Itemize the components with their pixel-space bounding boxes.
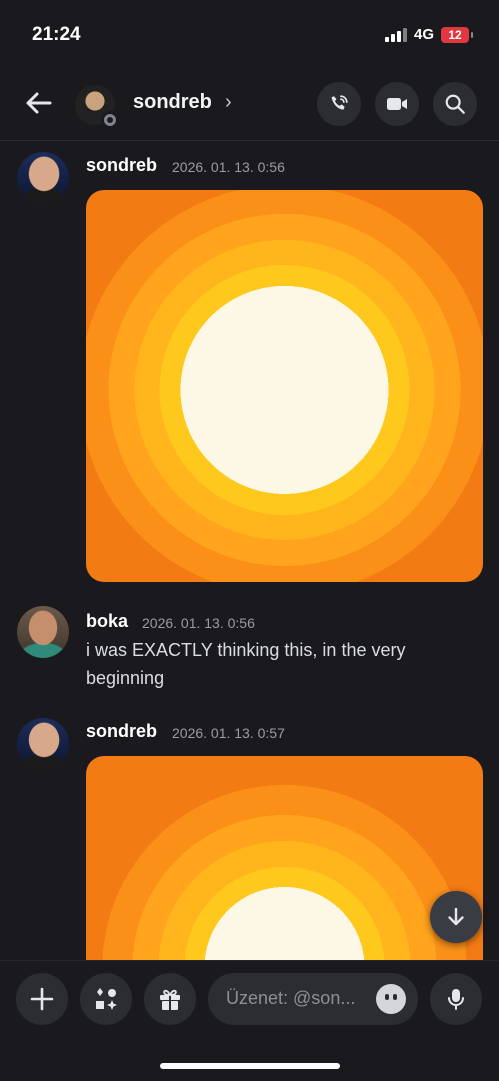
avatar[interactable] [17, 606, 69, 658]
message-timestamp: 2026. 01. 13. 0:56 [172, 159, 285, 175]
message-author[interactable]: sondreb [86, 155, 157, 176]
scroll-down-arrow-icon [448, 907, 464, 926]
message-author[interactable]: boka [86, 611, 128, 632]
jump-to-latest-button[interactable] [430, 891, 482, 943]
avatar[interactable] [17, 718, 69, 770]
gift-icon [160, 989, 180, 1010]
home-indicator [160, 1063, 340, 1069]
emoji-icon[interactable] [376, 984, 406, 1014]
avatar[interactable] [17, 152, 69, 204]
voice-message-button[interactable] [430, 973, 482, 1025]
gift-button[interactable] [144, 973, 196, 1025]
message-timestamp: 2026. 01. 13. 0:57 [172, 725, 285, 741]
image-attachment[interactable] [86, 756, 483, 960]
video-camera-icon [387, 98, 407, 110]
back-arrow-icon [26, 92, 52, 114]
message-author[interactable]: sondreb [86, 721, 157, 742]
battery-icon: 12 [441, 26, 473, 43]
status-bar: 21:24 4G 12 [0, 0, 499, 70]
search-icon [445, 94, 465, 114]
microphone-icon [448, 989, 464, 1010]
message-text: i was EXACTLY thinking this, in the very… [86, 640, 406, 688]
conversation-title[interactable]: sondreb [133, 91, 212, 114]
search-button[interactable] [433, 82, 477, 126]
message-input[interactable]: Üzenet: @son... [208, 973, 418, 1025]
video-call-button[interactable] [375, 82, 419, 126]
apps-icon [96, 988, 117, 1010]
status-time: 21:24 [32, 24, 81, 45]
avatar[interactable] [75, 85, 119, 129]
voice-call-button[interactable] [317, 82, 361, 126]
status-indicator [101, 111, 119, 129]
back-button[interactable] [22, 86, 56, 120]
chevron-right-icon[interactable]: › [225, 91, 232, 114]
image-attachment[interactable] [86, 190, 483, 582]
chat-header: sondreb › [0, 70, 499, 141]
plus-icon [30, 987, 54, 1011]
message-timestamp: 2026. 01. 13. 0:56 [142, 615, 255, 631]
message-input-placeholder: Üzenet: @son... [226, 988, 356, 1008]
apps-button[interactable] [80, 973, 132, 1025]
add-attachment-button[interactable] [16, 973, 68, 1025]
phone-icon [331, 95, 348, 110]
network-type: 4G [413, 26, 434, 43]
signal-icon [384, 27, 407, 42]
